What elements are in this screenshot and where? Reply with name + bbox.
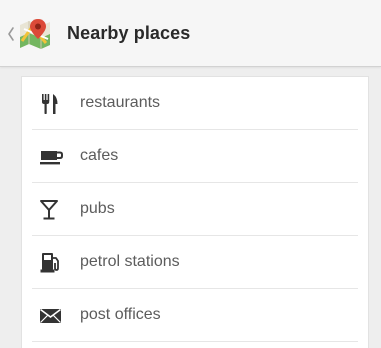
up-button[interactable] <box>4 14 68 54</box>
action-bar: Nearby places <box>0 0 381 67</box>
list-item-restaurants[interactable]: restaurants <box>22 77 368 130</box>
fuel-pump-icon <box>40 253 59 273</box>
cutlery-icon <box>42 94 58 114</box>
divider <box>32 341 358 342</box>
maps-icon <box>20 19 50 49</box>
chevron-left-icon <box>8 27 14 41</box>
list-item-petrol-stations[interactable]: petrol stations <box>22 236 368 289</box>
cocktail-glass-icon <box>40 200 58 220</box>
page-title: Nearby places <box>67 23 191 43</box>
envelope-icon <box>40 308 61 323</box>
coffee-cup-icon <box>40 151 63 165</box>
list-item-label: post offices <box>80 306 161 323</box>
list-item-label: restaurants <box>80 94 161 111</box>
list-item-cafes[interactable]: cafes <box>22 130 368 183</box>
list-item-label: cafes <box>80 147 119 164</box>
list-item-label: petrol stations <box>80 253 180 270</box>
list-item-post-offices[interactable]: post offices <box>22 289 368 342</box>
places-list: restaurants cafes pubs petrol stations p… <box>21 76 369 348</box>
list-item-pubs[interactable]: pubs <box>22 183 368 236</box>
list-item-label: pubs <box>80 200 115 217</box>
screen: Nearby places restaurants cafes pubs pet… <box>0 0 381 348</box>
